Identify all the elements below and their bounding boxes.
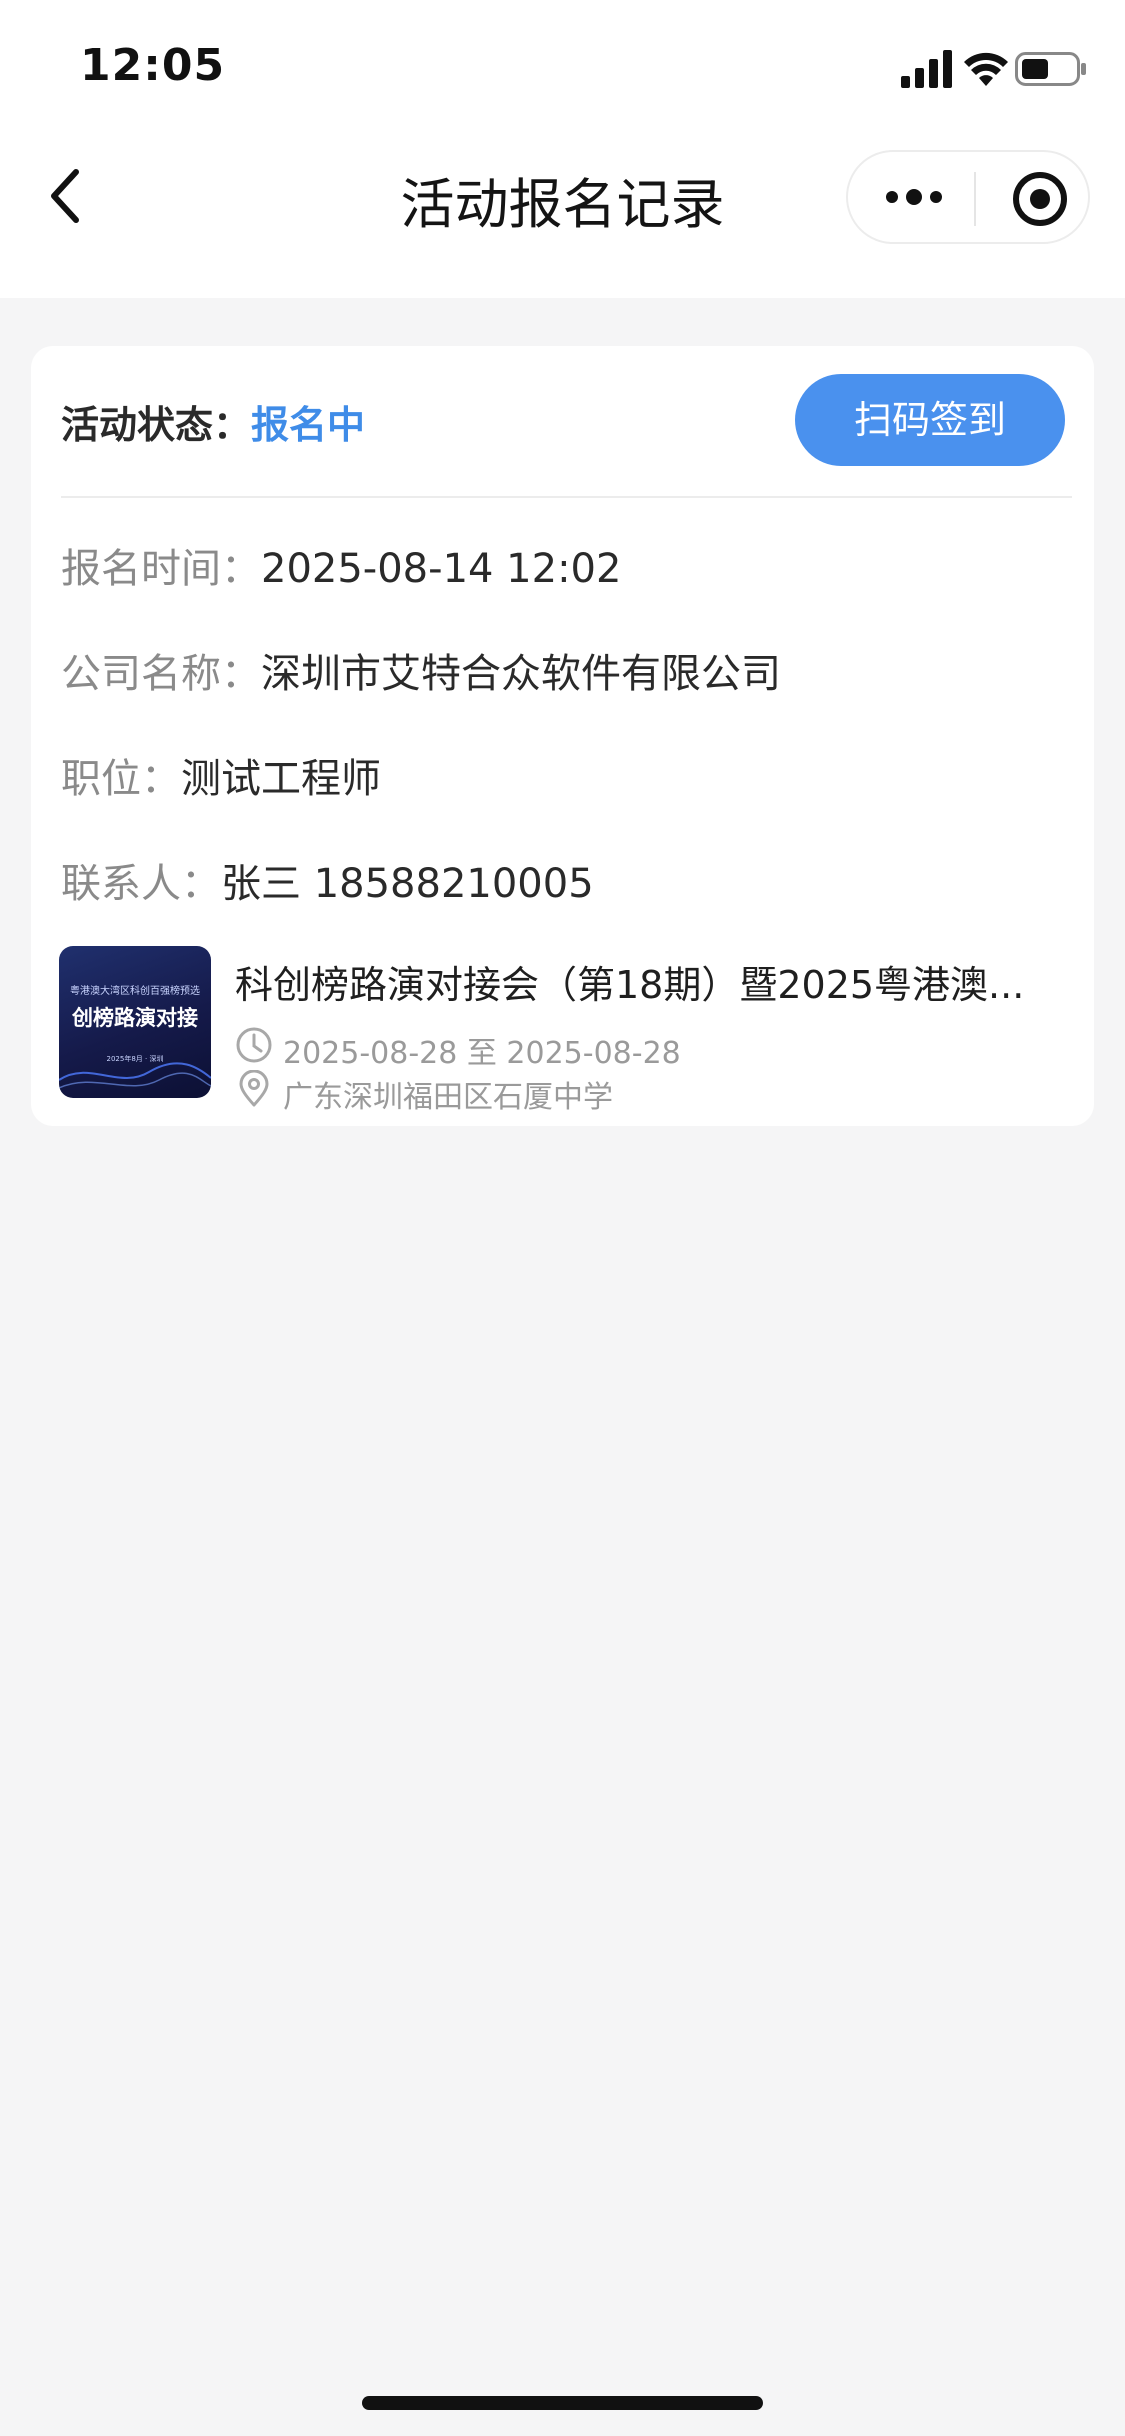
mini-program-capsule	[846, 150, 1090, 244]
company-name-value: 深圳市艾特合众软件有限公司	[261, 651, 781, 697]
thumbnail-top-text: 粤港澳大湾区科创百强榜预选	[70, 986, 200, 997]
company-name-row: 公司名称：深圳市艾特合众软件有限公司	[61, 641, 781, 699]
registration-card: 活动状态：报名中 扫码签到 报名时间：2025-08-14 12:02 公司名称…	[31, 346, 1094, 1126]
home-indicator	[362, 2396, 763, 2410]
event-thumbnail: 粤港澳大湾区科创百强榜预选 创榜路演对接 2025年8月 · 深圳	[59, 946, 211, 1098]
more-dots-icon[interactable]	[884, 182, 944, 212]
registration-time-label: 报名时间：	[61, 546, 261, 592]
header: 12:05 活动报名记录	[0, 0, 1125, 298]
location-pin-icon	[239, 1070, 269, 1107]
contact-label: 联系人：	[61, 861, 221, 907]
contact-row: 联系人：张三 18588210005	[61, 851, 594, 909]
scan-checkin-button[interactable]: 扫码签到	[795, 374, 1065, 466]
event-location: 广东深圳福田区石厦中学	[283, 1080, 613, 1115]
company-name-label: 公司名称：	[61, 651, 261, 697]
position-value: 测试工程师	[181, 756, 381, 802]
signal-icon	[901, 50, 952, 88]
status-time: 12:05	[80, 40, 226, 91]
divider	[61, 496, 1072, 498]
activity-status: 活动状态：报名中	[61, 394, 366, 447]
event-date: 2025-08-28 至 2025-08-28	[283, 1036, 681, 1071]
thumbnail-main-text: 创榜路演对接	[72, 1006, 198, 1030]
registration-time-value: 2025-08-14 12:02	[261, 546, 622, 592]
target-icon[interactable]	[1011, 170, 1069, 228]
capsule-divider	[974, 172, 976, 226]
battery-icon	[1015, 52, 1086, 86]
status-value: 报名中	[251, 403, 366, 447]
contact-value: 张三 18588210005	[221, 861, 594, 907]
position-row: 职位：测试工程师	[61, 746, 381, 804]
registration-time-row: 报名时间：2025-08-14 12:02	[61, 536, 621, 594]
clock-icon	[236, 1027, 272, 1063]
position-label: 职位：	[61, 756, 181, 802]
wifi-icon	[964, 52, 1008, 86]
event-title: 科创榜路演对接会（第18期）暨2025粤港澳...	[235, 963, 1025, 1007]
event-item[interactable]: 粤港澳大湾区科创百强榜预选 创榜路演对接 2025年8月 · 深圳 科创榜路演对…	[59, 946, 1069, 1115]
status-label: 活动状态：	[61, 403, 252, 447]
thumbnail-date-text: 2025年8月 · 深圳	[106, 1055, 164, 1063]
